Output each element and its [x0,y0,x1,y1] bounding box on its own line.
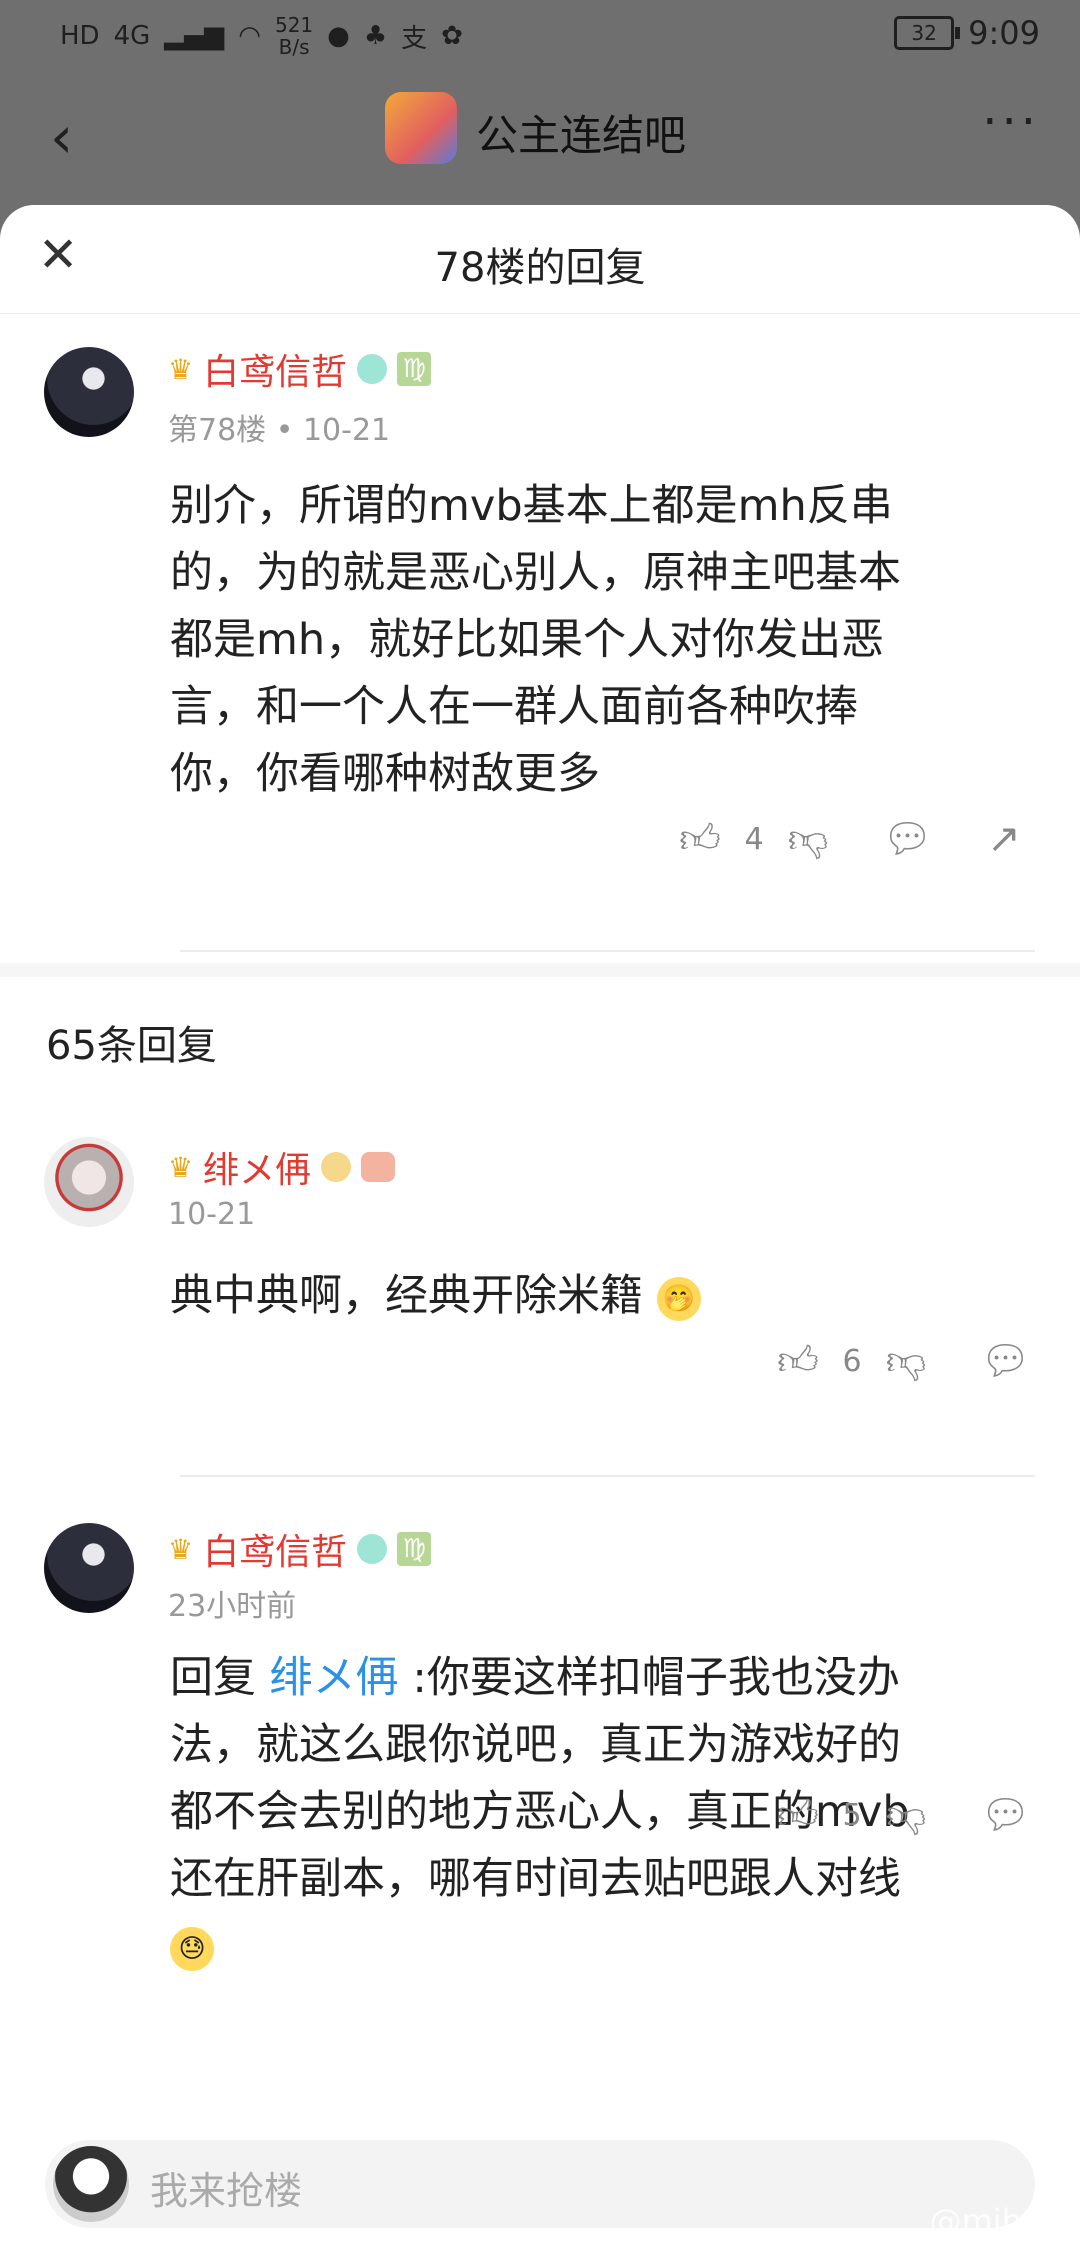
gamepad-badge-icon [361,1152,396,1182]
section-separator [0,963,1080,977]
dislike-icon[interactable]: 👎︎ [882,1791,930,1839]
dislike-icon[interactable]: 👎︎ [882,1337,930,1385]
post-meta: 第78楼 • 10-21 [168,413,391,448]
reply-input-placeholder[interactable]: 我来抢楼 [150,2160,302,2215]
main-post-user-row: ♛ 白鸢信哲 ♍ [168,343,432,395]
more-options-icon[interactable]: ··· [982,94,1040,150]
like-icon[interactable]: 👍︎ [676,815,724,863]
watermark: @mihoyo [929,2202,1080,2240]
forum-avatar[interactable] [385,92,457,164]
post-date: 10-21 [302,413,391,448]
username[interactable]: 白鸢信哲 [203,1523,347,1575]
like-icon[interactable]: 👍︎ [774,1791,822,1839]
reply-time: 10-21 [168,1197,256,1232]
like-count: 5 [842,1797,862,1833]
avatar [53,2146,129,2222]
username[interactable]: 白鸢信哲 [203,343,347,395]
sheet-header: ✕ 78楼的回复 [0,205,1080,314]
reply-sheet: ✕ 78楼的回复 ♛ 白鸢信哲 ♍ 第78楼 • 10-21 别介，所谓的mvb… [0,205,1080,2244]
like-icon[interactable]: 👍︎ [774,1337,822,1385]
network-speed: 521 B/s [274,13,314,59]
reply-actions: 👍︎ 5 👎︎ 💬︎ [774,1791,1031,1839]
battery-icon: 32 [894,16,961,50]
wifi-icon: ◠ [238,21,261,51]
forum-title[interactable]: 公主连结吧 [476,102,686,163]
reply-count: 65条回复 [46,1023,217,1069]
share-icon[interactable]: ↗ [980,815,1028,863]
reply-actions: 👍︎ 6 👎︎ 💬︎ [774,1337,1031,1385]
level-gem-icon [357,354,388,384]
reply-composer[interactable]: 我来抢楼 [45,2140,1035,2228]
network-type: 4G [113,21,151,51]
reply-content: 典中典啊，经典开除米籍 🤭 [170,1263,701,1330]
dislike-icon[interactable]: 👎︎ [784,815,832,863]
divider [180,950,1035,952]
virgo-badge-icon: ♍ [397,352,432,386]
avatar[interactable] [44,347,134,437]
reply-time: 23小时前 [168,1589,297,1624]
reply-user-row: ♛ 绯メ侢 [168,1141,396,1193]
username[interactable]: 绯メ侢 [203,1141,311,1193]
comment-icon[interactable]: 💬︎ [980,1791,1031,1839]
qq-icon: ♣ [363,21,388,51]
message-icon: ● [327,21,350,51]
comment-icon[interactable]: 💬︎ [980,1337,1031,1385]
wechat-icon: ✿ [441,21,463,51]
crown-icon: ♛ [168,1532,194,1566]
crown-icon: ♛ [168,1150,194,1184]
comment-icon[interactable]: 💬︎ [882,815,933,863]
avatar[interactable] [44,1137,134,1227]
like-count: 4 [744,821,764,857]
sweat-emoji-icon: 😓 [170,1926,214,1971]
cover-mouth-emoji-icon: 🤭 [656,1276,701,1321]
signal-icon: ▂▄▆ [164,21,225,51]
floor-number: 第78楼 [168,413,267,448]
back-arrow-icon[interactable]: ‹ [50,102,110,172]
divider [180,1475,1035,1477]
level-gem-icon [321,1152,352,1182]
like-count: 6 [842,1343,862,1379]
main-post-content: 别介，所谓的mvb基本上都是mh反串 的，为的就是恶心别人，原神主吧基本 都是m… [170,481,901,799]
sheet-title: 78楼的回复 [434,245,646,291]
level-gem-icon [357,1534,388,1564]
crown-icon: ♛ [168,352,194,386]
hd-indicator: HD [60,21,100,51]
mention-link[interactable]: 绯メ侢 [270,1653,399,1703]
status-bar: HD 4G ▂▄▆ ◠ 521 B/s ● ♣ 支 ✿ 32 9:09 [0,0,1080,72]
reply-user-row: ♛ 白鸢信哲 ♍ [168,1523,432,1575]
virgo-badge-icon: ♍ [397,1532,432,1566]
top-nav: ‹ 公主连结吧 ··· [0,72,1080,202]
main-post-actions: 👍︎ 4 👎︎ 💬︎ ↗ [676,815,1028,863]
clock: 9:09 [968,14,1040,52]
avatar[interactable] [44,1523,134,1613]
alipay-icon: 支 [401,23,428,54]
